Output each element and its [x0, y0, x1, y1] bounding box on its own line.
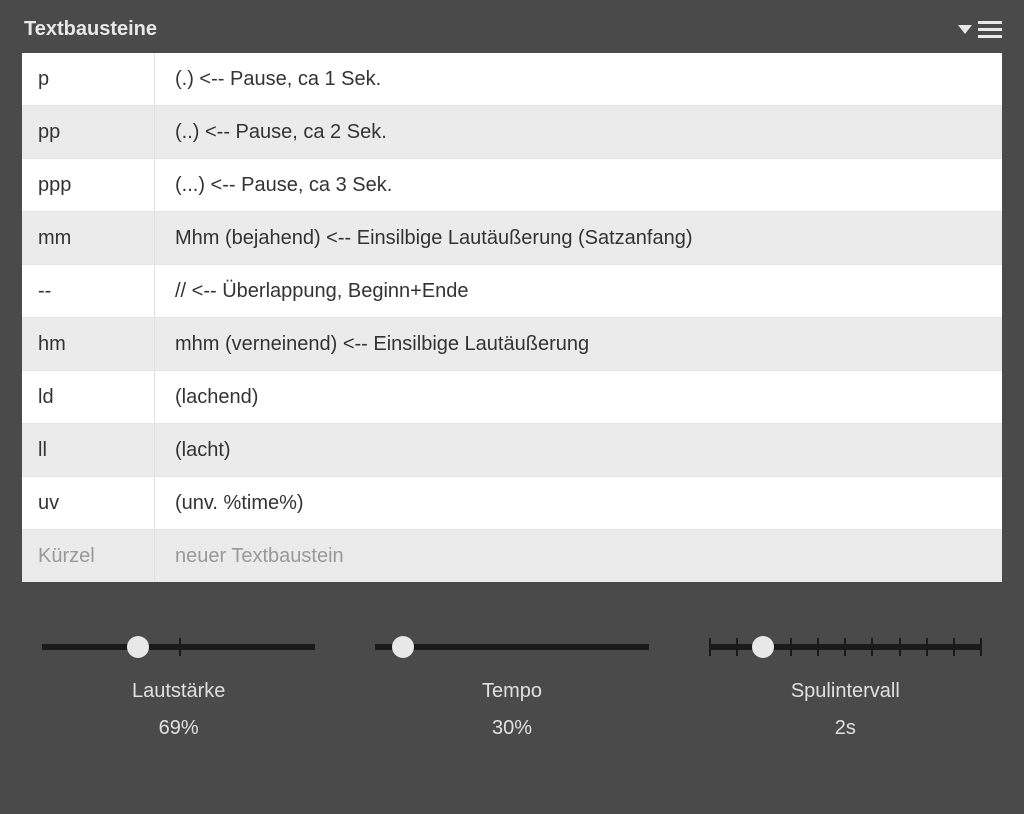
row-value: (...) <-- Pause, ca 3 Sek. — [155, 174, 1002, 197]
row-key: ppp — [22, 159, 155, 211]
interval-value: 2s — [835, 717, 856, 740]
row-value: // <-- Überlappung, Beginn+Ende — [155, 280, 1002, 303]
row-key: mm — [22, 212, 155, 264]
row-value: (lacht) — [155, 439, 1002, 462]
menu-icon[interactable] — [978, 20, 1002, 40]
volume-value: 69% — [159, 717, 199, 740]
table-row[interactable]: uv (unv. %time%) — [22, 477, 1002, 530]
row-key: ld — [22, 371, 155, 423]
text-blocks-panel: Textbausteine p (.) <-- Pause, ca 1 Sek.… — [0, 0, 1024, 740]
interval-label: Spulintervall — [791, 680, 900, 703]
volume-slider: Lautstärke 69% — [42, 632, 315, 740]
new-entry-row — [22, 530, 1002, 582]
table-row[interactable]: ld (lachend) — [22, 371, 1002, 424]
row-key: -- — [22, 265, 155, 317]
row-value: mhm (verneinend) <-- Einsilbige Lautäuße… — [155, 333, 1002, 356]
new-key-input[interactable] — [22, 530, 155, 582]
row-key: ll — [22, 424, 155, 476]
slider-ticks — [709, 638, 982, 656]
row-key: pp — [22, 106, 155, 158]
table-row[interactable]: -- // <-- Überlappung, Beginn+Ende — [22, 265, 1002, 318]
table-row[interactable]: hm mhm (verneinend) <-- Einsilbige Lautä… — [22, 318, 1002, 371]
panel-header: Textbausteine — [18, 10, 1006, 53]
panel-header-controls — [958, 20, 1002, 40]
slider-thumb[interactable] — [752, 636, 774, 658]
table-row[interactable]: ll (lacht) — [22, 424, 1002, 477]
sliders-section: Lautstärke 69% Tempo 30% Spulintervall 2… — [18, 582, 1006, 740]
text-blocks-table: p (.) <-- Pause, ca 1 Sek. pp (..) <-- P… — [22, 53, 1002, 582]
row-value: (lachend) — [155, 386, 1002, 409]
row-value: Mhm (bejahend) <-- Einsilbige Lautäußeru… — [155, 227, 1002, 250]
row-key: uv — [22, 477, 155, 529]
slider-ticks — [42, 638, 315, 656]
row-value: (..) <-- Pause, ca 2 Sek. — [155, 121, 1002, 144]
row-value: (.) <-- Pause, ca 1 Sek. — [155, 68, 1002, 91]
slider-thumb[interactable] — [392, 636, 414, 658]
dropdown-arrow-icon[interactable] — [958, 25, 972, 35]
tempo-slider: Tempo 30% — [375, 632, 648, 740]
table-row[interactable]: mm Mhm (bejahend) <-- Einsilbige Lautäuß… — [22, 212, 1002, 265]
table-row[interactable]: ppp (...) <-- Pause, ca 3 Sek. — [22, 159, 1002, 212]
tempo-value: 30% — [492, 717, 532, 740]
slider-thumb[interactable] — [127, 636, 149, 658]
row-key: p — [22, 53, 155, 105]
interval-slider-track[interactable] — [709, 632, 982, 662]
tempo-slider-track[interactable] — [375, 632, 648, 662]
volume-label: Lautstärke — [132, 680, 225, 703]
row-value: (unv. %time%) — [155, 492, 1002, 515]
table-row[interactable]: p (.) <-- Pause, ca 1 Sek. — [22, 53, 1002, 106]
row-key: hm — [22, 318, 155, 370]
interval-slider: Spulintervall 2s — [709, 632, 982, 740]
new-value-input[interactable] — [155, 530, 1002, 582]
panel-title: Textbausteine — [24, 18, 157, 41]
table-row[interactable]: pp (..) <-- Pause, ca 2 Sek. — [22, 106, 1002, 159]
tempo-label: Tempo — [482, 680, 542, 703]
volume-slider-track[interactable] — [42, 632, 315, 662]
